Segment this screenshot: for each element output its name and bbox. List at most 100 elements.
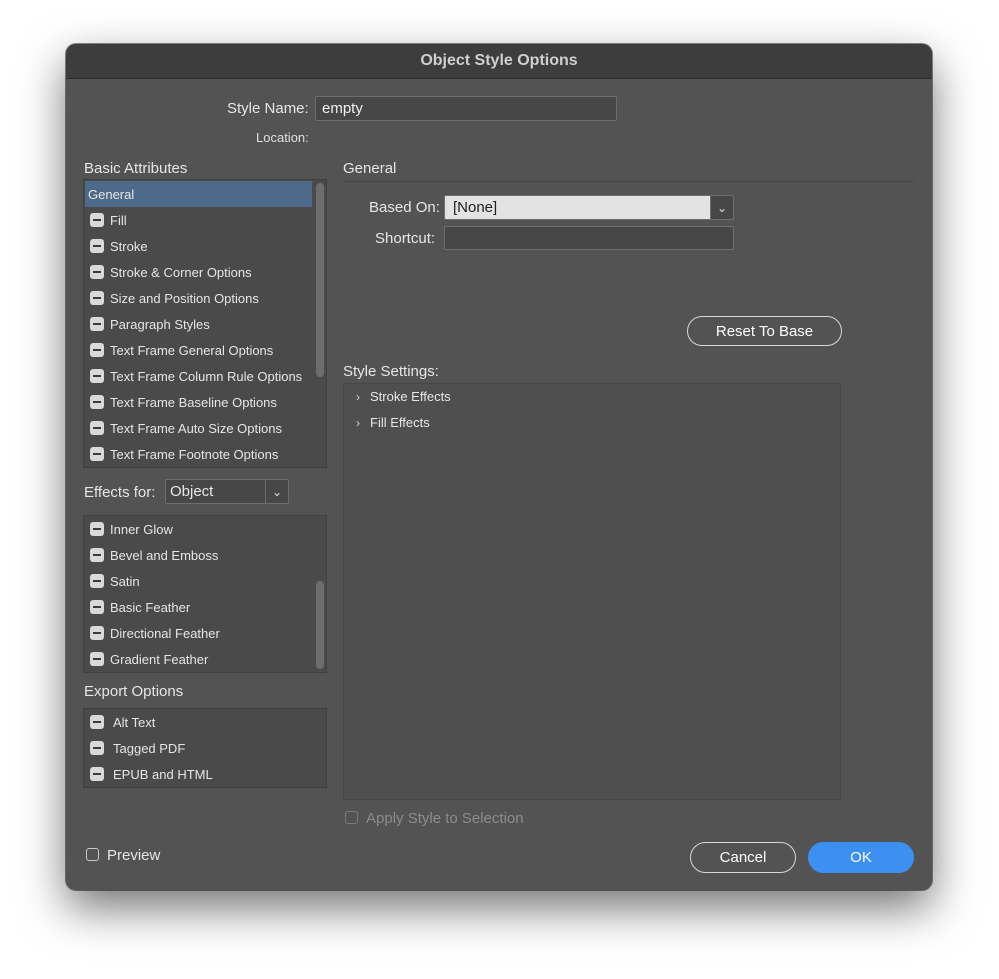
tree-item-label: Fill Effects <box>370 415 430 430</box>
minus-checkbox-icon[interactable] <box>90 213 104 227</box>
list-item-stroke[interactable]: Stroke <box>85 233 312 259</box>
list-item-label: EPUB and HTML <box>113 766 213 782</box>
style-settings-label: Style Settings: <box>343 363 439 380</box>
list-item-label: Text Frame Baseline Options <box>110 394 277 410</box>
effects-scrollbar[interactable] <box>315 517 325 671</box>
apply-style-label: Apply Style to Selection <box>366 810 524 827</box>
minus-checkbox-icon[interactable] <box>90 447 104 461</box>
list-item-label: Fill <box>110 212 127 228</box>
list-item-label: Gradient Feather <box>110 651 209 667</box>
list-item-label: General <box>88 186 135 202</box>
list-item-directional-feather[interactable]: Directional Feather <box>85 620 312 646</box>
list-item-label: Satin <box>110 573 140 589</box>
list-item-label: Inner Glow <box>110 521 173 537</box>
minus-checkbox-icon[interactable] <box>90 291 104 305</box>
list-item-text-frame-footnote[interactable]: Text Frame Footnote Options <box>85 441 312 467</box>
list-item-label: Bevel and Emboss <box>110 547 219 563</box>
style-name-input[interactable] <box>316 97 616 120</box>
list-item-satin[interactable]: Satin <box>85 568 312 594</box>
minus-checkbox-icon[interactable] <box>90 548 104 562</box>
list-item-paragraph-styles[interactable]: Paragraph Styles <box>85 311 312 337</box>
list-item-epub-html[interactable]: EPUB and HTML <box>85 761 312 787</box>
reset-to-base-button[interactable]: Reset To Base <box>687 316 842 346</box>
based-on-label: Based On: <box>369 199 440 216</box>
minus-checkbox-icon[interactable] <box>90 317 104 331</box>
list-item-size-position-options[interactable]: Size and Position Options <box>85 285 312 311</box>
list-item-general[interactable]: General <box>85 181 312 207</box>
list-item-tagged-pdf[interactable]: Tagged PDF <box>85 735 312 761</box>
dialog-title: Object Style Options <box>420 52 578 69</box>
list-item-stroke-corner-options[interactable]: Stroke & Corner Options <box>85 259 312 285</box>
minus-checkbox-icon[interactable] <box>90 522 104 536</box>
minus-checkbox-icon[interactable] <box>90 626 104 640</box>
basic-attributes-heading: Basic Attributes <box>84 160 188 177</box>
tree-item-fill-effects[interactable]: › Fill Effects <box>356 415 430 430</box>
chevron-down-icon: ⌄ <box>265 480 288 503</box>
export-options-heading: Export Options <box>84 683 184 700</box>
minus-checkbox-icon[interactable] <box>90 395 104 409</box>
chevron-right-icon[interactable]: › <box>356 390 368 404</box>
basic-attributes-scrollbar[interactable] <box>315 181 325 466</box>
style-name-label: Style Name: <box>227 100 309 117</box>
effects-for-label: Effects for: <box>84 484 156 501</box>
list-item-label: Alt Text <box>113 714 156 730</box>
list-item-bevel-emboss[interactable]: Bevel and Emboss <box>85 542 312 568</box>
list-item-label: Stroke <box>110 238 148 254</box>
apply-style-checkbox[interactable] <box>345 811 358 824</box>
list-item-label: Text Frame Footnote Options <box>110 446 279 462</box>
effects-for-value: Object <box>170 483 214 500</box>
list-item-label: Text Frame Column Rule Options <box>110 368 303 384</box>
scrollbar-thumb[interactable] <box>316 183 324 377</box>
list-item-label: Text Frame Auto Size Options <box>110 420 282 436</box>
style-name-field[interactable] <box>315 96 617 121</box>
scrollbar-thumb[interactable] <box>316 581 324 669</box>
style-settings-panel: › Stroke Effects › Fill Effects <box>343 383 841 800</box>
ok-button[interactable]: OK <box>808 842 914 873</box>
list-item-label: Paragraph Styles <box>110 316 210 332</box>
export-options-list: Alt Text Tagged PDF EPUB and HTML <box>83 708 327 788</box>
general-heading: General <box>343 160 397 177</box>
minus-checkbox-icon[interactable] <box>90 715 104 729</box>
minus-checkbox-icon[interactable] <box>90 741 104 755</box>
minus-checkbox-icon[interactable] <box>90 652 104 666</box>
chevron-down-icon: ⌄ <box>710 196 733 219</box>
based-on-dropdown[interactable]: [None] ⌄ <box>444 195 734 220</box>
list-item-fill[interactable]: Fill <box>85 207 312 233</box>
list-item-alt-text[interactable]: Alt Text <box>85 709 312 735</box>
location-label: Location: <box>256 130 309 145</box>
minus-checkbox-icon[interactable] <box>90 239 104 253</box>
tree-item-stroke-effects[interactable]: › Stroke Effects <box>356 389 451 404</box>
minus-checkbox-icon[interactable] <box>90 574 104 588</box>
minus-checkbox-icon[interactable] <box>90 767 104 781</box>
object-style-options-dialog: Object Style Options Style Name: Locatio… <box>66 44 932 890</box>
based-on-value: [None] <box>453 199 498 216</box>
list-item-inner-glow[interactable]: Inner Glow <box>85 516 312 542</box>
shortcut-field[interactable] <box>444 226 734 250</box>
preview-label: Preview <box>107 847 161 864</box>
minus-checkbox-icon[interactable] <box>90 421 104 435</box>
list-item-basic-feather[interactable]: Basic Feather <box>85 594 312 620</box>
minus-checkbox-icon[interactable] <box>90 265 104 279</box>
list-item-label: Directional Feather <box>110 625 220 641</box>
minus-checkbox-icon[interactable] <box>90 343 104 357</box>
list-item-text-frame-general[interactable]: Text Frame General Options <box>85 337 312 363</box>
general-divider <box>343 181 914 182</box>
list-item-label: Stroke & Corner Options <box>110 264 252 280</box>
preview-checkbox[interactable] <box>86 848 99 861</box>
list-item-text-frame-auto-size[interactable]: Text Frame Auto Size Options <box>85 415 312 441</box>
title-bar: Object Style Options <box>66 44 932 79</box>
shortcut-input[interactable] <box>445 227 733 249</box>
minus-checkbox-icon[interactable] <box>90 600 104 614</box>
effects-list: Inner Glow Bevel and Emboss Satin Basic … <box>83 515 327 673</box>
tree-item-label: Stroke Effects <box>370 389 451 404</box>
list-item-gradient-feather[interactable]: Gradient Feather <box>85 646 312 672</box>
list-item-label: Tagged PDF <box>113 740 186 756</box>
shortcut-label: Shortcut: <box>375 230 436 247</box>
list-item-text-frame-baseline[interactable]: Text Frame Baseline Options <box>85 389 312 415</box>
cancel-button[interactable]: Cancel <box>690 842 796 873</box>
chevron-right-icon[interactable]: › <box>356 416 368 430</box>
list-item-label: Basic Feather <box>110 599 191 615</box>
effects-for-dropdown[interactable]: Object ⌄ <box>165 479 289 504</box>
minus-checkbox-icon[interactable] <box>90 369 104 383</box>
list-item-text-frame-column-rule[interactable]: Text Frame Column Rule Options <box>85 363 312 389</box>
